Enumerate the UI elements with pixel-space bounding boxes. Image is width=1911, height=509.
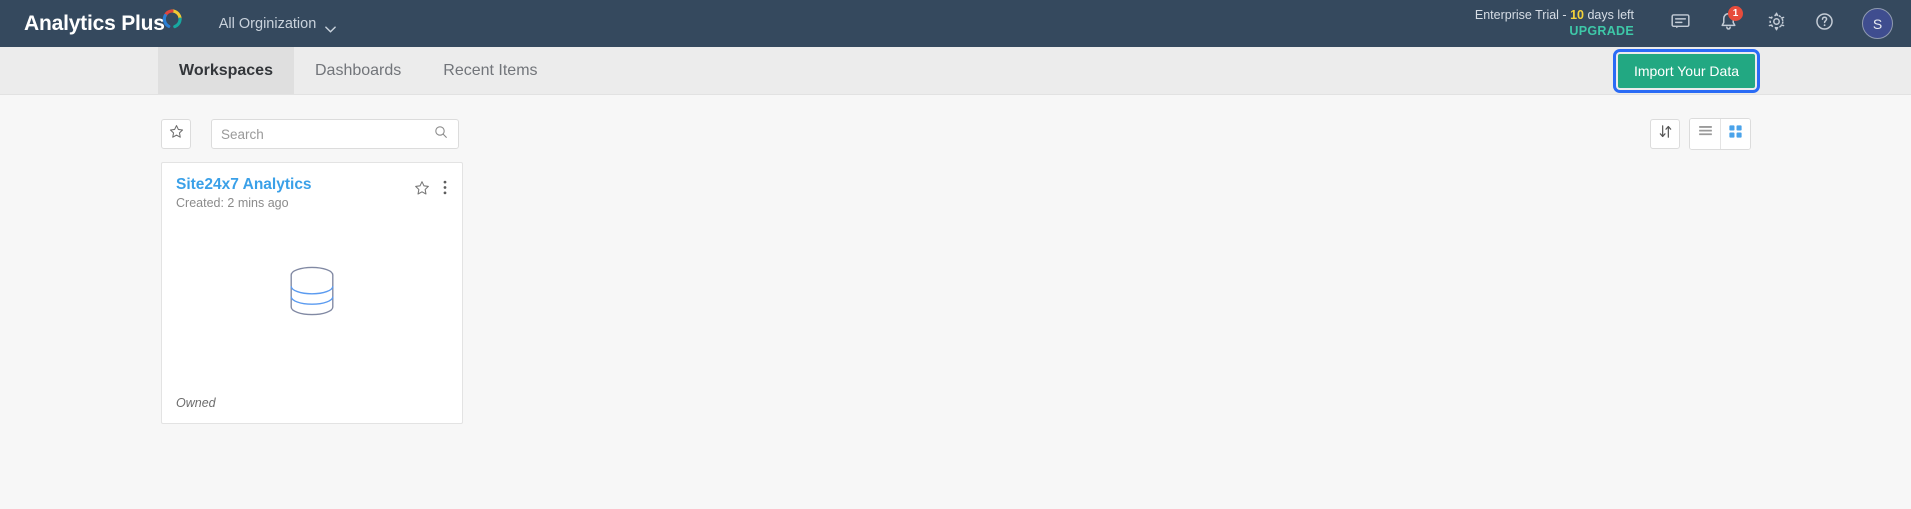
search-icon[interactable] [433,124,449,145]
workspace-more-menu-button[interactable] [442,178,448,202]
database-cylinder-icon [284,264,340,323]
search-box[interactable] [211,119,459,149]
notification-badge: 1 [1728,6,1743,21]
content-area: Site24x7 Analytics Created: 2 mins ago [0,95,1911,509]
org-selector[interactable]: All Orginization [218,15,337,33]
import-your-data-button[interactable]: Import Your Data [1612,48,1761,93]
search-input[interactable] [221,126,433,142]
tab-list: Workspaces Dashboards Recent Items [158,47,559,94]
workspace-ownership-label: Owned [176,396,216,410]
help-button[interactable] [1807,0,1841,47]
grid-view-icon [1727,123,1744,145]
view-tools [1650,118,1911,150]
gear-icon [1766,11,1787,37]
brand-logo[interactable]: Analytics Plus [24,0,183,47]
trial-prefix: Enterprise Trial - [1474,7,1571,22]
workspace-title-link[interactable]: Site24x7 Analytics [176,176,413,194]
workspace-card-thumbnail [162,210,462,396]
trial-days-count: 10 [1570,7,1584,22]
workspace-created-text: Created: 2 mins ago [176,196,289,210]
star-outline-icon [413,179,431,202]
help-circle-icon [1814,11,1835,37]
workspace-card-actions [413,176,448,202]
notifications-button[interactable]: 1 [1711,0,1745,47]
tab-recent-items[interactable]: Recent Items [422,47,558,94]
tab-workspaces[interactable]: Workspaces [158,47,294,94]
sort-button[interactable] [1650,119,1680,149]
filter-favorites-button[interactable] [161,119,191,149]
list-view-button[interactable] [1690,119,1720,149]
more-vertical-icon [442,178,448,202]
top-header-bar: Analytics Plus All Orginization Enterpri… [0,0,1911,47]
tab-bar: Workspaces Dashboards Recent Items Impor… [0,47,1911,95]
analytics-plus-logo-arc-icon [161,8,183,30]
org-selector-label: All Orginization [218,15,317,32]
grid-view-button[interactable] [1720,119,1750,149]
import-action-area: Import Your Data [1612,47,1911,94]
header-actions: Enterprise Trial - 10 days left UPGRADE [1475,0,1911,47]
star-outline-icon [168,123,185,145]
tab-dashboards[interactable]: Dashboards [294,47,422,94]
workspace-toolbar [0,95,1911,157]
upgrade-link[interactable]: UPGRADE [1475,24,1634,40]
workspace-grid: Site24x7 Analytics Created: 2 mins ago O… [0,157,1911,424]
chevron-down-icon [325,21,337,33]
avatar[interactable]: S [1862,8,1893,39]
settings-button[interactable] [1759,0,1793,47]
list-view-icon [1697,123,1714,145]
workspace-card-titles: Site24x7 Analytics Created: 2 mins ago [176,176,413,210]
trial-status: Enterprise Trial - 10 days left UPGRADE [1475,8,1634,39]
view-mode-group [1689,118,1751,150]
workspace-card[interactable]: Site24x7 Analytics Created: 2 mins ago O… [161,162,463,424]
workspace-card-header: Site24x7 Analytics Created: 2 mins ago [162,163,462,210]
chat-bubble-icon [1670,11,1691,37]
workspace-favorite-button[interactable] [413,179,431,202]
sort-arrows-icon [1657,123,1674,145]
chat-button[interactable] [1663,0,1697,47]
brand-name: Analytics Plus [24,11,165,35]
trial-suffix: days left [1583,7,1634,22]
